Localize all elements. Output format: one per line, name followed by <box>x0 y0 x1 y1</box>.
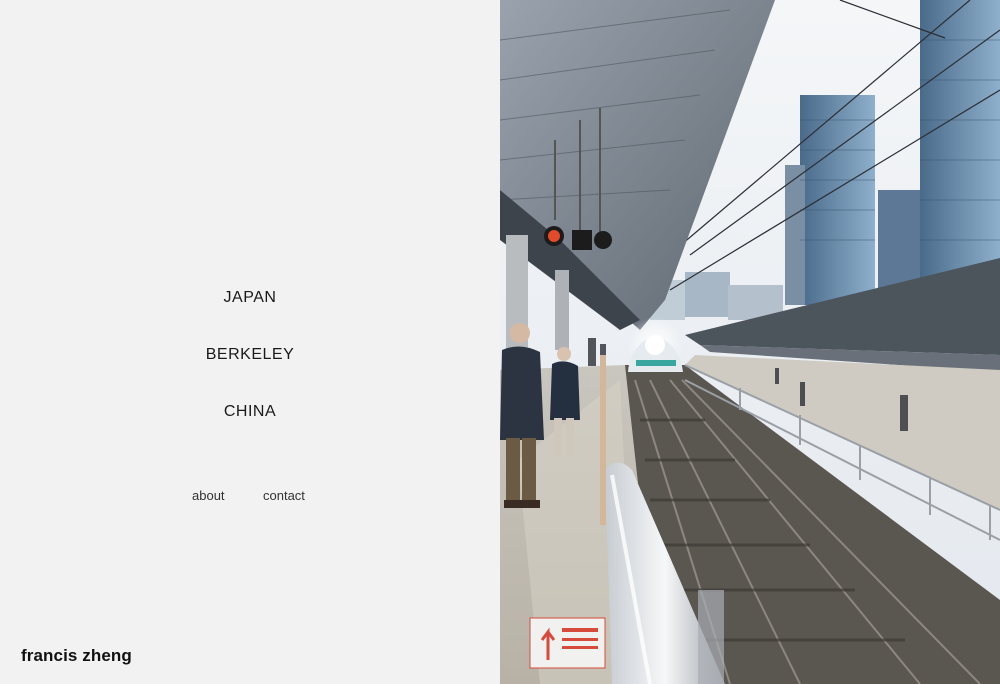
nav-link-berkeley[interactable]: BERKELEY <box>0 346 500 364</box>
platform-floor-sign <box>529 617 606 669</box>
train-station-photo <box>500 0 1000 684</box>
left-panel: JAPAN BERKELEY CHINA about contact franc… <box>0 0 500 684</box>
page: JAPAN BERKELEY CHINA about contact franc… <box>0 0 1000 684</box>
platform-post <box>600 355 606 525</box>
site-name[interactable]: francis zheng <box>21 646 132 666</box>
contact-link[interactable]: contact <box>263 488 305 503</box>
train <box>627 317 683 373</box>
hero-photo <box>500 0 1000 684</box>
about-link[interactable]: about <box>192 488 225 503</box>
nav-link-china[interactable]: CHINA <box>0 403 500 421</box>
column <box>506 235 528 365</box>
nav-link-japan[interactable]: JAPAN <box>0 289 500 307</box>
